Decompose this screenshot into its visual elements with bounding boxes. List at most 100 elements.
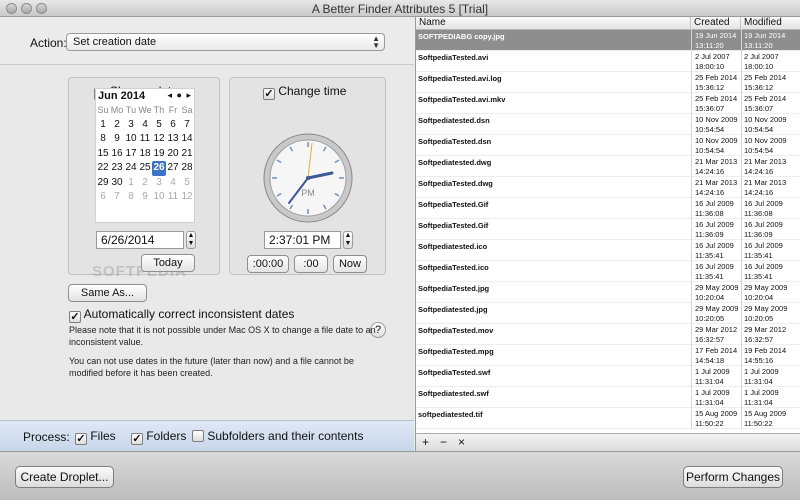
calendar-day[interactable]: 5 — [152, 118, 166, 133]
today-button[interactable]: Today — [141, 254, 195, 272]
time-field[interactable]: 2:37:01 PM — [264, 231, 341, 249]
weekday-label: Tu — [125, 105, 137, 115]
calendar-day[interactable]: 9 — [110, 132, 124, 147]
table-row[interactable]: SoftpediaTested.swf 1 Jul 2009 11:31:04 1 … — [416, 366, 800, 387]
calendar-day[interactable]: 11 — [138, 132, 152, 147]
table-row[interactable]: SoftpediaTested.jpg 29 May 2009 10:20:04 2… — [416, 282, 800, 303]
action-popup[interactable]: Set creation date ▲ ▼ — [66, 33, 385, 51]
weekday-label: Fr — [168, 105, 178, 115]
calendar-day[interactable]: 10 — [152, 190, 166, 205]
calendar-day[interactable]: 5 — [180, 176, 194, 191]
column-modified[interactable]: Modified — [741, 17, 800, 30]
table-row[interactable]: Softpediatested.jpg 29 May 2009 10:20:05 2… — [416, 303, 800, 324]
time-stepper[interactable]: ▲ ▼ — [343, 231, 353, 249]
calendar-day[interactable]: 11 — [166, 190, 180, 205]
file-name: SoftpediaTested.dsn — [418, 137, 492, 146]
calendar-day[interactable]: 7 — [180, 118, 194, 133]
calendar-day[interactable]: 25 — [138, 161, 152, 176]
perform-changes-button[interactable]: Perform Changes — [683, 466, 783, 488]
table-row[interactable]: SoftpediaTested.mov 29 Mar 2012 16:32:57 2… — [416, 324, 800, 345]
table-row[interactable]: Softpediatested.dwg 21 Mar 2013 14:24:16 2… — [416, 156, 800, 177]
calendar[interactable]: Jun 2014 ◂ ● ▸ Su Mo Tu We Th Fr Sa 1 2 3 4 5 6 7 8 9 10… — [95, 88, 195, 223]
now-button[interactable]: Now — [333, 255, 367, 273]
auto-correct-checkbox[interactable]: ✓ Automatically correct inconsistent dat… — [69, 307, 294, 323]
calendar-day[interactable]: 14 — [180, 132, 194, 147]
calendar-day[interactable]: 27 — [166, 161, 180, 176]
table-row[interactable]: Softpediatested.swf 1 Jul 2009 11:31:04 1 … — [416, 387, 800, 408]
calendar-day[interactable]: 6 — [96, 190, 110, 205]
calendar-day[interactable]: 15 — [96, 147, 110, 162]
calendar-day[interactable]: 19 — [152, 147, 166, 162]
calendar-day[interactable]: 20 — [166, 147, 180, 162]
calendar-day[interactable]: 8 — [124, 190, 138, 205]
file-name: Softpediatested.jpg — [418, 305, 488, 314]
file-rows: SOFTPEDIABG copy.jpg 19 Jun 2014 13:11:20… — [416, 30, 800, 429]
table-row[interactable]: SoftpediaTested.avi.mkv 25 Feb 2014 15:36… — [416, 93, 800, 114]
column-name[interactable]: Name — [416, 17, 691, 30]
calendar-nav[interactable]: ◂ ● ▸ — [168, 90, 192, 101]
table-row[interactable]: SoftpediaTested.Gif 16 Jul 2009 11:36:08 1… — [416, 198, 800, 219]
calendar-day[interactable]: 17 — [124, 147, 138, 162]
calendar-day[interactable]: 12 — [152, 132, 166, 147]
calendar-day[interactable]: 28 — [180, 161, 194, 176]
calendar-day[interactable]: 12 — [180, 190, 194, 205]
calendar-day[interactable]: 24 — [124, 161, 138, 176]
zero-min-sec-button[interactable]: :00:00 — [247, 255, 289, 273]
same-as-button[interactable]: Same As... — [68, 284, 147, 302]
table-row[interactable]: SoftpediaTested.ico 16 Jul 2009 11:35:41 1… — [416, 261, 800, 282]
calendar-day[interactable]: 4 — [138, 118, 152, 133]
file-name: Softpediatested.ico — [418, 242, 488, 251]
table-row[interactable]: softpediatested.tif 15 Aug 2009 11:50:22 1… — [416, 408, 800, 429]
table-row[interactable]: SoftpediaTested.mpg 17 Feb 2014 14:54:18 1… — [416, 345, 800, 366]
table-row[interactable]: SoftpediaTested.dsn 10 Nov 2009 10:54:54 1… — [416, 135, 800, 156]
calendar-day[interactable]: 30 — [110, 176, 124, 191]
calendar-day[interactable]: 29 — [96, 176, 110, 191]
calendar-day[interactable]: 3 — [152, 176, 166, 191]
clear-list-button[interactable]: × — [458, 435, 465, 449]
calendar-day[interactable]: 26 — [152, 161, 166, 176]
calendar-day[interactable]: 9 — [138, 190, 152, 205]
table-row[interactable]: Softpediatested.ico 16 Jul 2009 11:35:41 1… — [416, 240, 800, 261]
calendar-day[interactable]: 2 — [138, 176, 152, 191]
date-field[interactable]: 6/26/2014 — [96, 231, 184, 249]
calendar-day[interactable]: 1 — [124, 176, 138, 191]
calendar-day[interactable]: 4 — [166, 176, 180, 191]
date-stepper[interactable]: ▲ ▼ — [186, 231, 196, 249]
note-future: You can not use dates in the future (lat… — [69, 356, 354, 378]
popup-arrows-icon: ▲ ▼ — [372, 34, 380, 50]
calendar-day[interactable]: 10 — [124, 132, 138, 147]
table-row[interactable]: SOFTPEDIABG copy.jpg 19 Jun 2014 13:11:20… — [416, 30, 800, 51]
checkbox-checked-icon: ✓ — [75, 433, 87, 445]
calendar-day[interactable]: 21 — [180, 147, 194, 162]
file-modified: 15 Aug 2009 11:50:22 — [744, 409, 787, 428]
subfolders-checkbox[interactable]: Subfolders and their contents — [192, 429, 363, 443]
table-row[interactable]: SoftpediaTested.Gif 16 Jul 2009 11:36:09 1… — [416, 219, 800, 240]
calendar-day[interactable]: 6 — [166, 118, 180, 133]
file-list[interactable]: Name Created Modified SOFTPEDIABG copy.j… — [415, 17, 800, 433]
calendar-day[interactable]: 22 — [96, 161, 110, 176]
table-row[interactable]: Softpediatested.dsn 10 Nov 2009 10:54:54 1… — [416, 114, 800, 135]
remove-file-button[interactable]: − — [440, 435, 447, 449]
calendar-day[interactable]: 18 — [138, 147, 152, 162]
calendar-day[interactable]: 13 — [166, 132, 180, 147]
table-row[interactable]: SoftpediaTested.dwg 21 Mar 2013 14:24:16 2… — [416, 177, 800, 198]
table-row[interactable]: SoftpediaTested.avi.log 25 Feb 2014 15:36… — [416, 72, 800, 93]
zero-sec-button[interactable]: :00 — [294, 255, 328, 273]
table-row[interactable]: SoftpediaTested.avi 2 Jul 2007 18:00:10 2 … — [416, 51, 800, 72]
add-file-button[interactable]: + — [422, 435, 429, 449]
calendar-day[interactable]: 1 — [96, 118, 110, 133]
action-label: Action: — [30, 36, 67, 50]
calendar-day[interactable]: 3 — [124, 118, 138, 133]
calendar-day[interactable]: 23 — [110, 161, 124, 176]
calendar-day[interactable]: 8 — [96, 132, 110, 147]
folders-checkbox[interactable]: ✓ Folders — [131, 429, 186, 445]
create-droplet-button[interactable]: Create Droplet... — [15, 466, 114, 488]
calendar-week-row: 6 7 8 9 10 11 12 — [96, 190, 194, 205]
calendar-day[interactable]: 16 — [110, 147, 124, 162]
column-created[interactable]: Created — [691, 17, 741, 30]
calendar-day[interactable]: 7 — [110, 190, 124, 205]
change-time-checkbox[interactable]: ✓ Change time — [263, 84, 346, 100]
files-checkbox[interactable]: ✓ Files — [75, 429, 116, 445]
note-inconsistent: Please note that it is not possible unde… — [69, 325, 376, 347]
calendar-day[interactable]: 2 — [110, 118, 124, 133]
